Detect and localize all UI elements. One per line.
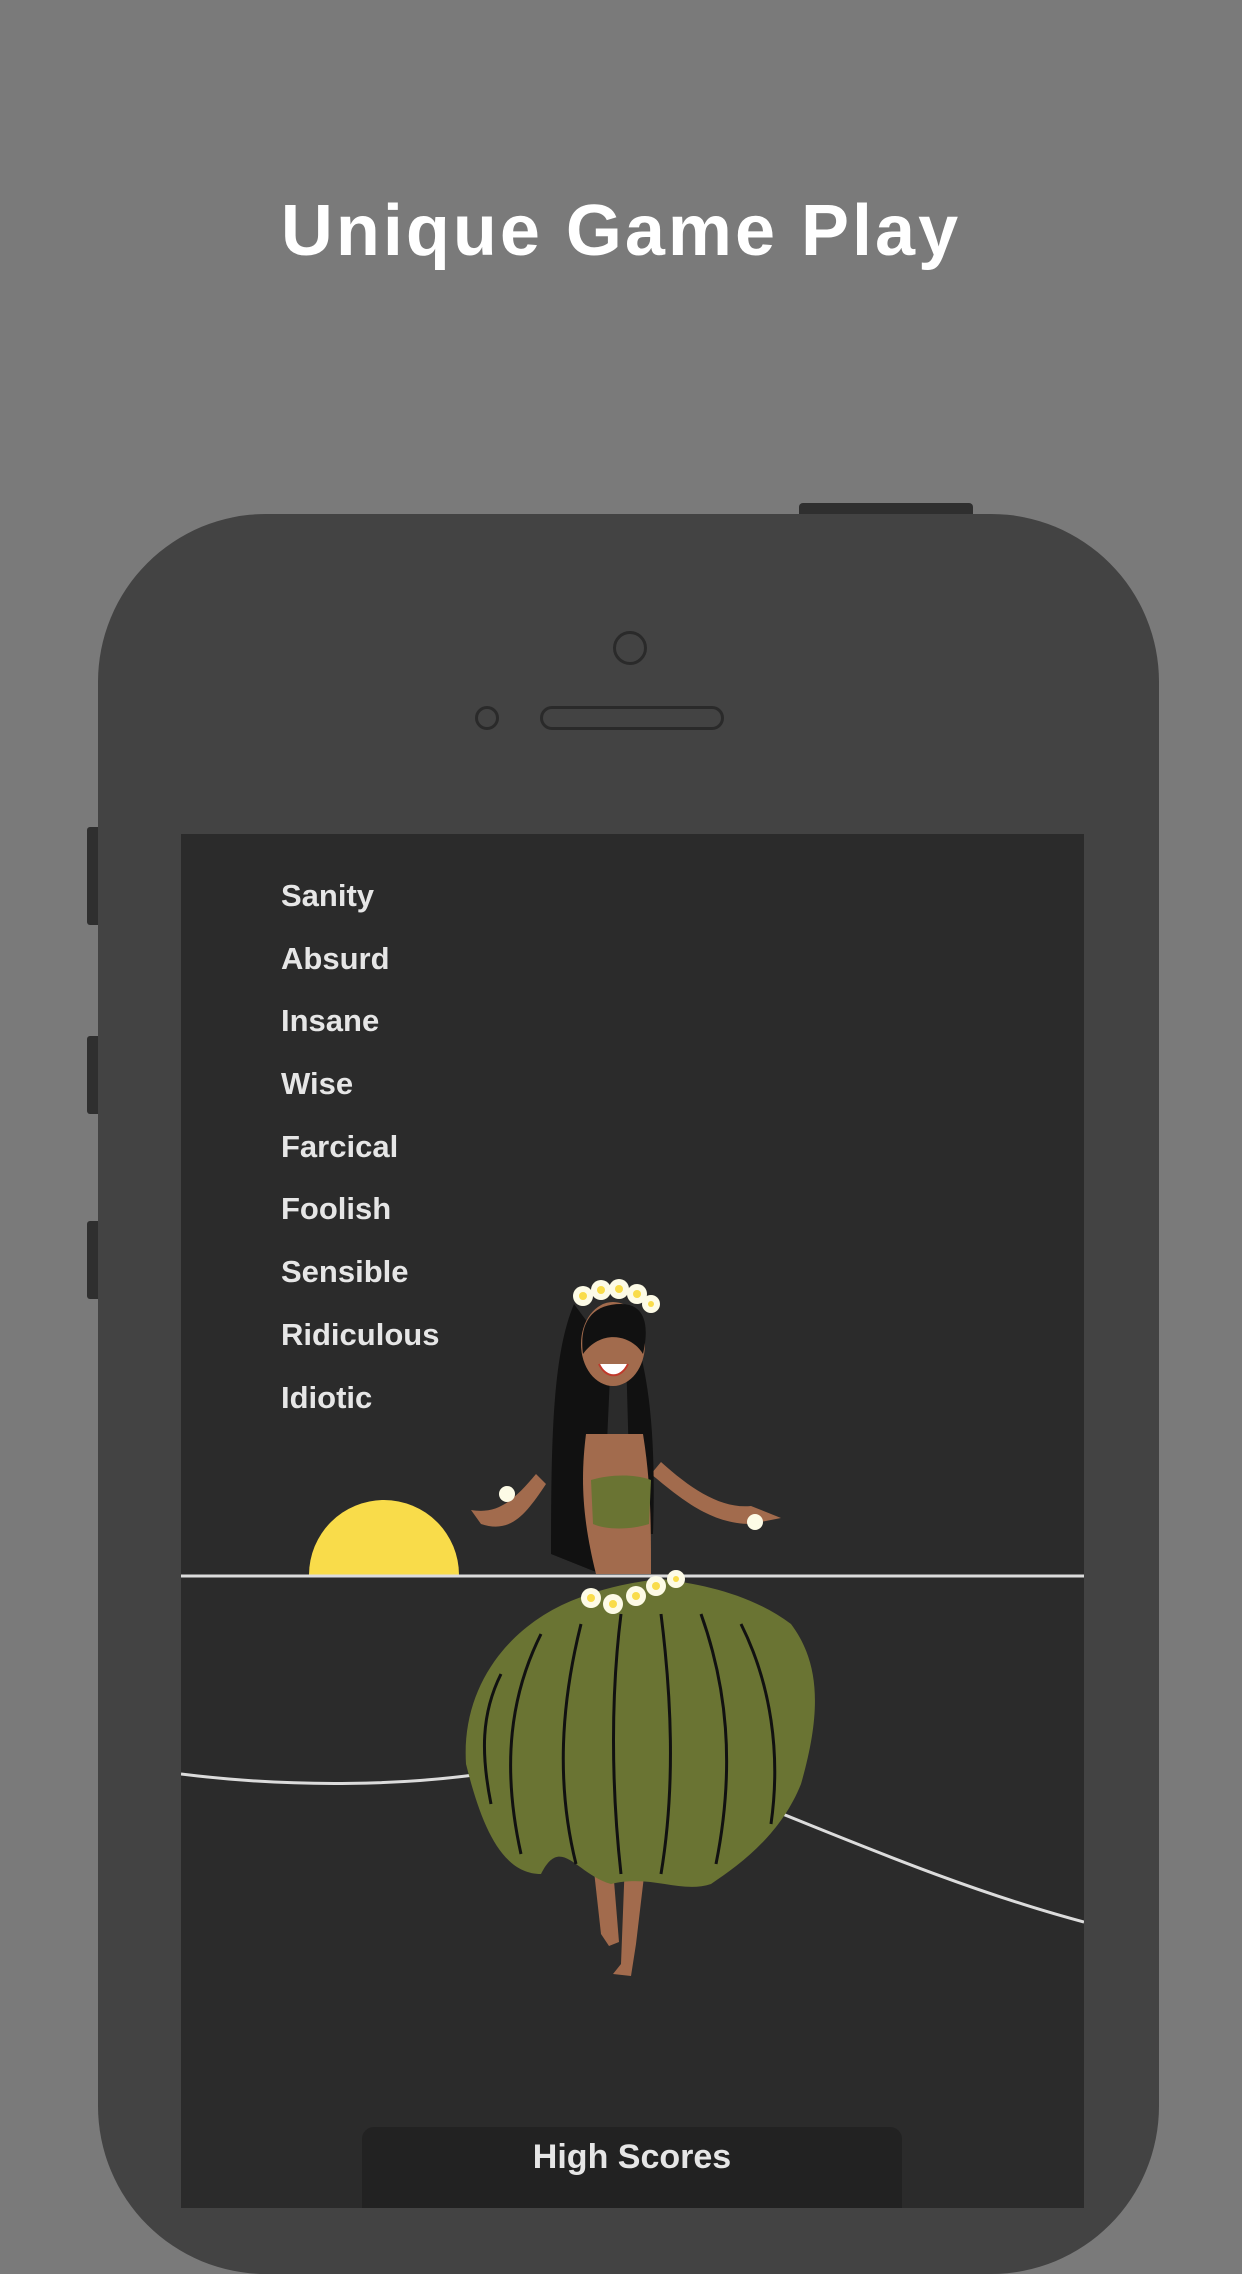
hula-dancer-icon [465, 1279, 815, 1976]
high-scores-button[interactable]: High Scores [362, 2127, 902, 2208]
phone-camera-icon [613, 631, 647, 665]
phone-sensor-icon [475, 706, 499, 730]
page-headline: Unique Game Play [280, 191, 962, 271]
phone-speaker-icon [540, 706, 724, 730]
game-screen: Sanity Absurd Insane Wise Farcical Fooli… [181, 834, 1084, 2208]
beach-scene [181, 1279, 1084, 1976]
sun-icon [309, 1500, 459, 1575]
